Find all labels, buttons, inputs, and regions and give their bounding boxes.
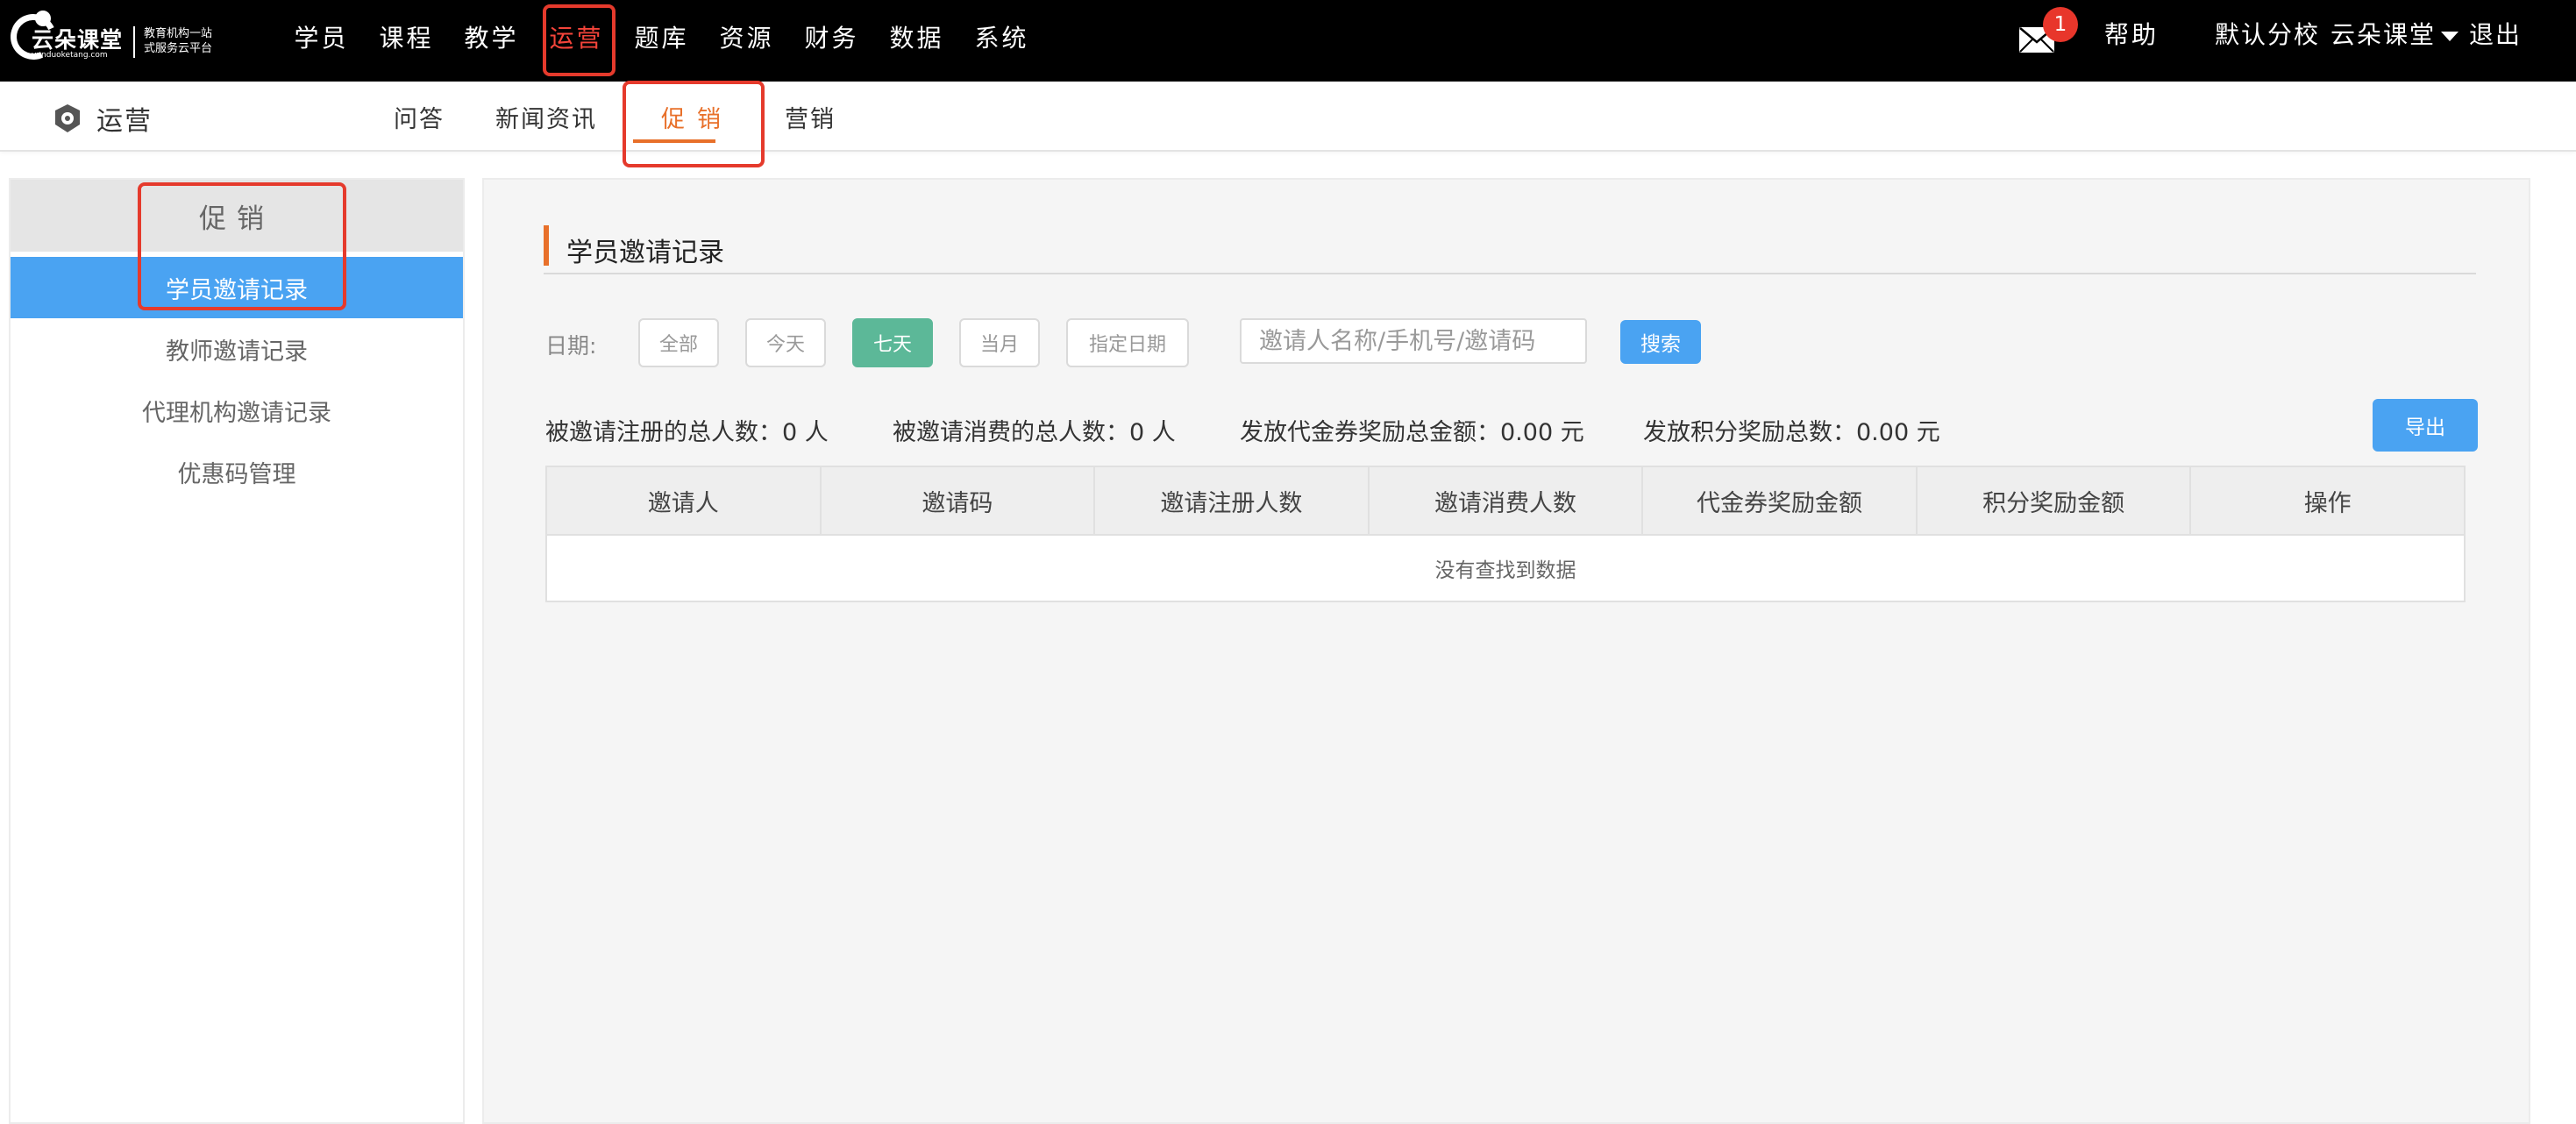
invite-records-table: 邀请人 邀请码 邀请注册人数 邀请消费人数 代金券奖励金额 积分奖励金额 操作 … (545, 466, 2466, 602)
tab-qa[interactable]: 问答 (368, 82, 470, 152)
brand-slogan: 教育机构一站式服务云平台 (144, 27, 213, 55)
sub-navbar: 运营 问答 新闻资讯 促销 营销 (0, 81, 2576, 167)
sidebar-item-agency-invites[interactable]: 代理机构邀请记录 (11, 380, 463, 441)
column-header[interactable]: 代金券奖励金额 (1641, 466, 1918, 536)
notification-badge: 1 (2043, 7, 2078, 42)
date-filter-seven-days[interactable]: 七天 (852, 318, 933, 367)
stat-consumed-total: 被邀请消费的总人数：0 人 (893, 419, 1176, 446)
brand-logo[interactable]: 云朵课堂 yunduoketang.com 教育机构一站式服务云平台 (4, 7, 212, 67)
topnav-item-question-bank[interactable]: 题库 (619, 0, 704, 73)
operations-module-icon (55, 104, 80, 132)
search-input[interactable] (1240, 318, 1587, 364)
section-header: 学员邀请记录 (544, 225, 2476, 274)
column-header[interactable]: 邀请注册人数 (1093, 466, 1370, 536)
branch-school-selector[interactable]: 默认分校 (2215, 16, 2320, 51)
topnav-item-courses[interactable]: 课程 (364, 0, 449, 73)
topnav-item-teaching[interactable]: 教学 (449, 0, 534, 73)
topnav-item-data[interactable]: 数据 (874, 0, 959, 73)
date-filter-this-month[interactable]: 当月 (959, 318, 1040, 367)
empty-state-text: 没有查找到数据 (546, 535, 2465, 601)
stat-points-total: 发放积分奖励总数：0.00 元 (1643, 419, 1940, 446)
date-filter-custom[interactable]: 指定日期 (1066, 318, 1189, 367)
topnav-item-system[interactable]: 系统 (959, 0, 1044, 73)
main-panel: 学员邀请记录 日期: 全部 今天 七天 当月 指定日期 搜索 被邀请注册的总人数… (482, 178, 2530, 1124)
filter-bar: 日期: 全部 今天 七天 当月 指定日期 搜索 (545, 318, 1773, 367)
tab-promotion[interactable]: 促销 (623, 81, 765, 167)
sidebar: 促销 学员邀请记录 教师邀请记录 代理机构邀请记录 优惠码管理 (9, 178, 465, 1124)
module-title: 运营 (51, 99, 153, 138)
logo-divider (133, 26, 135, 58)
sidebar-title: 促销 (11, 180, 463, 252)
sidebar-item-coupon-codes[interactable]: 优惠码管理 (11, 441, 463, 502)
table-header-row: 邀请人 邀请码 邀请注册人数 邀请消费人数 代金券奖励金额 积分奖励金额 操作 (545, 466, 2466, 536)
sidebar-item-teacher-invites[interactable]: 教师邀请记录 (11, 318, 463, 380)
topnav-item-operations[interactable]: 运营 (534, 0, 619, 76)
column-header[interactable]: 邀请人 (545, 466, 822, 536)
sub-tabs: 问答 新闻资讯 促销 营销 (368, 81, 861, 167)
brand-name: 云朵课堂 (32, 27, 124, 53)
column-header[interactable]: 操作 (2189, 466, 2466, 536)
stat-registered-total: 被邀请注册的总人数：0 人 (545, 419, 829, 446)
date-filter-today[interactable]: 今天 (745, 318, 826, 367)
topnav-item-students[interactable]: 学员 (279, 0, 364, 73)
export-button[interactable]: 导出 (2373, 399, 2478, 452)
stat-voucher-total: 发放代金券奖励总金额：0.00 元 (1240, 419, 1584, 446)
main-menu: 学员 课程 教学 运营 题库 资源 财务 数据 系统 (279, 0, 1044, 76)
top-navbar: 云朵课堂 yunduoketang.com 教育机构一站式服务云平台 学员 课程… (0, 0, 2576, 82)
column-header[interactable]: 积分奖励金额 (1915, 466, 2192, 536)
user-menu[interactable]: 云朵课堂 (2330, 16, 2436, 51)
search-button[interactable]: 搜索 (1620, 320, 1701, 364)
sidebar-item-student-invites[interactable]: 学员邀请记录 (11, 257, 463, 318)
help-link[interactable]: 帮助 (2104, 16, 2159, 51)
logout-link[interactable]: 退出 (2469, 16, 2522, 51)
column-header[interactable]: 邀请消费人数 (1367, 466, 1644, 536)
tab-news[interactable]: 新闻资讯 (470, 82, 623, 152)
tab-marketing[interactable]: 营销 (759, 82, 861, 152)
caret-down-icon[interactable] (2441, 32, 2459, 41)
table-row: 没有查找到数据 (546, 535, 2465, 601)
page-title: 学员邀请记录 (566, 238, 724, 268)
brand-domain: yunduoketang.com (32, 51, 108, 60)
column-header[interactable]: 邀请码 (819, 466, 1096, 536)
date-filter-label: 日期: (545, 333, 597, 359)
date-filter-all[interactable]: 全部 (638, 318, 719, 367)
topnav-item-resources[interactable]: 资源 (704, 0, 789, 73)
topnav-item-finance[interactable]: 财务 (789, 0, 874, 73)
section-accent-bar (544, 225, 549, 266)
module-label: 运营 (96, 106, 153, 137)
